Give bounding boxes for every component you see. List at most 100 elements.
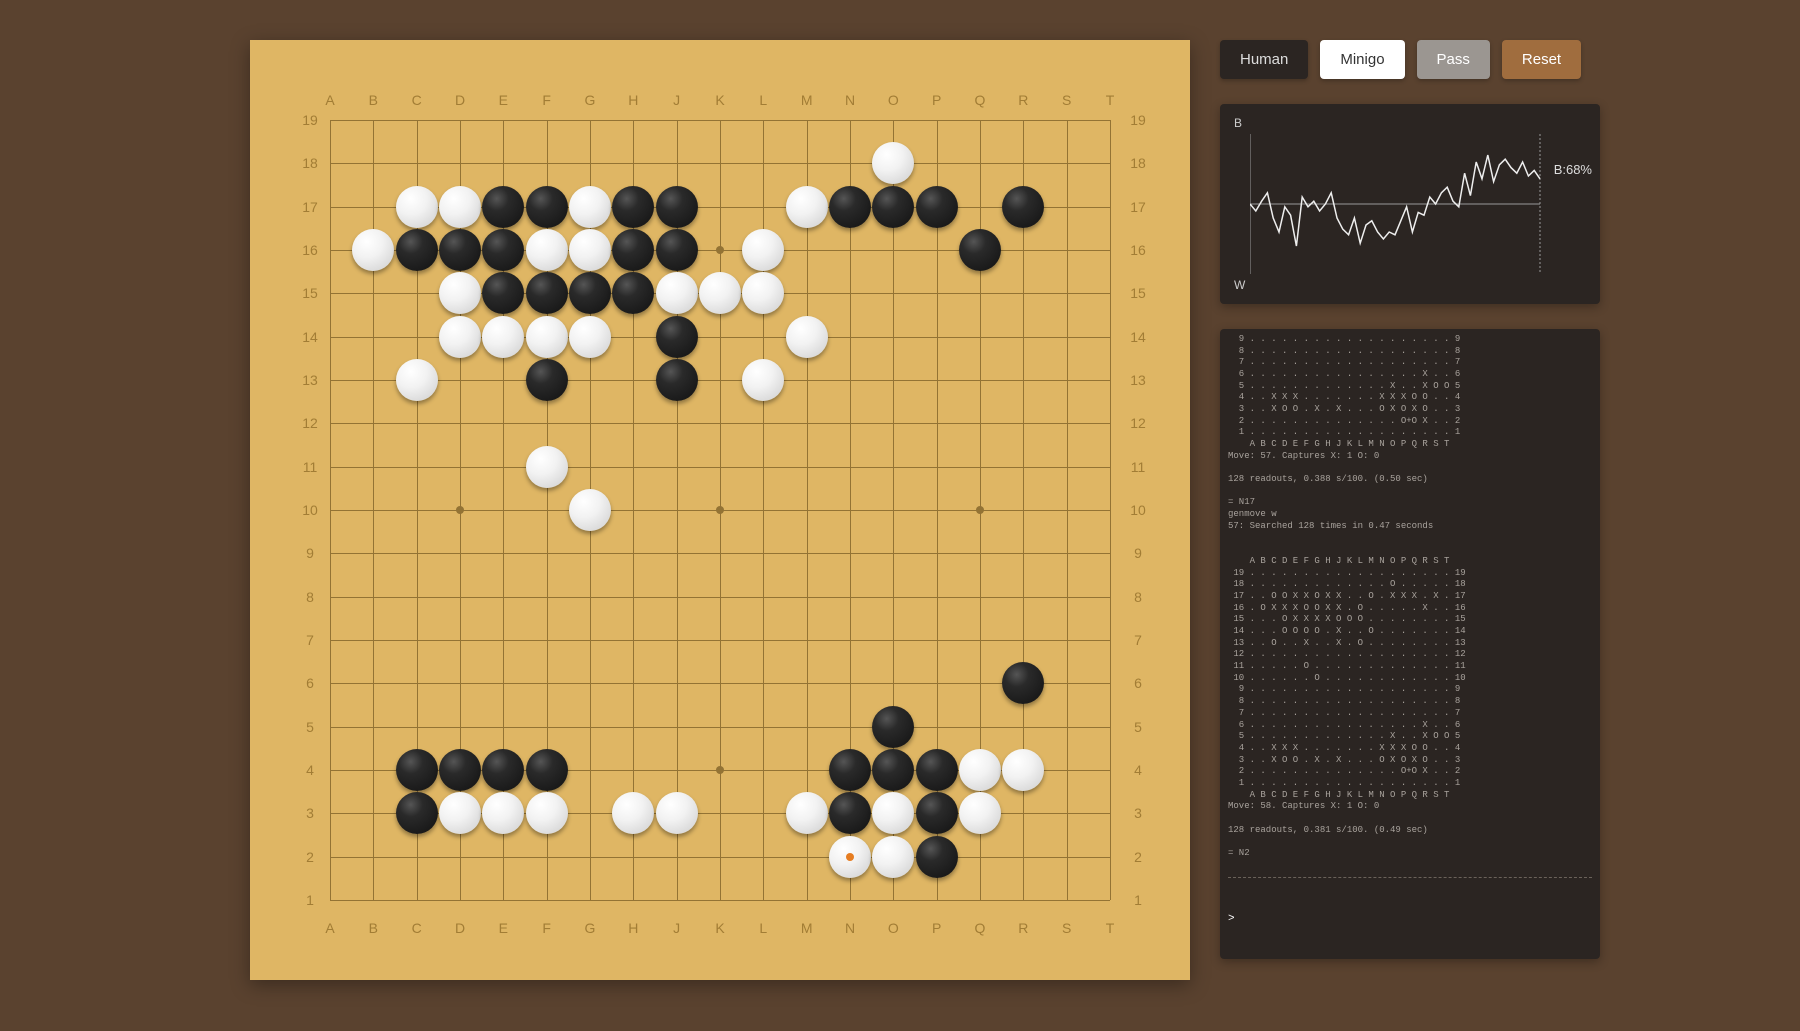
row-label: 5 (1128, 717, 1148, 737)
white-stone (872, 142, 914, 184)
black-stone (482, 749, 524, 791)
black-stone (1002, 186, 1044, 228)
row-label: 3 (300, 803, 320, 823)
black-stone (872, 186, 914, 228)
white-stone (742, 229, 784, 271)
row-label: 4 (1128, 760, 1148, 780)
black-stone (656, 316, 698, 358)
white-stone (569, 229, 611, 271)
go-board[interactable]: AABBCCDDEEFFGGHHJJKKLLMMNNOOPPQQRRSSTT11… (250, 40, 1190, 980)
white-stone (656, 792, 698, 834)
col-label: P (927, 918, 947, 938)
col-label: G (580, 918, 600, 938)
white-stone (1002, 749, 1044, 791)
white-stone (482, 792, 524, 834)
black-stone (1002, 662, 1044, 704)
row-label: 18 (1128, 153, 1148, 173)
black-stone (482, 272, 524, 314)
row-label: 15 (1128, 283, 1148, 303)
row-label: 12 (1128, 413, 1148, 433)
row-label: 17 (1128, 197, 1148, 217)
row-label: 10 (1128, 500, 1148, 520)
col-label: Q (970, 90, 990, 110)
minigo-button[interactable]: Minigo (1320, 40, 1404, 79)
black-stone (959, 229, 1001, 271)
white-stone (526, 446, 568, 488)
row-label: 10 (300, 500, 320, 520)
row-label: 11 (300, 457, 320, 477)
col-label: Q (970, 918, 990, 938)
col-label: O (883, 90, 903, 110)
white-stone (872, 792, 914, 834)
row-label: 14 (300, 327, 320, 347)
white-stone (786, 316, 828, 358)
winrate-readout: B:68% (1554, 162, 1592, 177)
col-label: E (493, 90, 513, 110)
white-stone (396, 359, 438, 401)
col-label: C (407, 90, 427, 110)
white-stone (742, 272, 784, 314)
white-stone (742, 359, 784, 401)
col-label: K (710, 918, 730, 938)
white-stone (482, 316, 524, 358)
right-panel: Human Minigo Pass Reset B W B:68% 1 . . … (1220, 40, 1600, 1031)
white-stone (526, 316, 568, 358)
col-label: F (537, 90, 557, 110)
row-label: 5 (300, 717, 320, 737)
white-stone (872, 836, 914, 878)
black-stone (916, 836, 958, 878)
black-stone (916, 186, 958, 228)
black-stone (872, 706, 914, 748)
row-label: 8 (1128, 587, 1148, 607)
black-stone (569, 272, 611, 314)
row-label: 2 (300, 847, 320, 867)
black-stone (612, 186, 654, 228)
white-stone (396, 186, 438, 228)
black-stone (916, 749, 958, 791)
black-stone (656, 186, 698, 228)
col-label: N (840, 90, 860, 110)
row-label: 1 (1128, 890, 1148, 910)
col-label: D (450, 90, 470, 110)
black-stone (916, 792, 958, 834)
black-stone (482, 186, 524, 228)
col-label: J (667, 90, 687, 110)
black-stone (829, 792, 871, 834)
col-label: A (320, 90, 340, 110)
human-button[interactable]: Human (1220, 40, 1308, 79)
col-label: F (537, 918, 557, 938)
reset-button[interactable]: Reset (1502, 40, 1581, 79)
black-stone (872, 749, 914, 791)
col-label: P (927, 90, 947, 110)
col-label: B (363, 90, 383, 110)
col-label: D (450, 918, 470, 938)
white-stone (959, 749, 1001, 791)
white-stone (656, 272, 698, 314)
black-stone (612, 229, 654, 271)
col-label: T (1100, 90, 1120, 110)
white-stone (439, 316, 481, 358)
black-stone (482, 229, 524, 271)
white-stone (569, 186, 611, 228)
col-label: A (320, 918, 340, 938)
black-stone (439, 749, 481, 791)
row-label: 18 (300, 153, 320, 173)
white-stone (699, 272, 741, 314)
col-label: N (840, 918, 860, 938)
black-stone (396, 229, 438, 271)
row-label: 9 (300, 543, 320, 563)
black-stone (829, 186, 871, 228)
winrate-chart: B W B:68% (1220, 104, 1600, 304)
pass-button[interactable]: Pass (1417, 40, 1490, 79)
engine-log[interactable]: 1 . . . . . . . . . . . . . . . . . . . … (1220, 329, 1600, 959)
black-stone (526, 186, 568, 228)
row-label: 3 (1128, 803, 1148, 823)
row-label: 19 (300, 110, 320, 130)
white-stone (569, 316, 611, 358)
row-label: 9 (1128, 543, 1148, 563)
col-label: H (623, 90, 643, 110)
black-stone (396, 749, 438, 791)
white-stone (786, 186, 828, 228)
col-label: H (623, 918, 643, 938)
black-stone (439, 229, 481, 271)
